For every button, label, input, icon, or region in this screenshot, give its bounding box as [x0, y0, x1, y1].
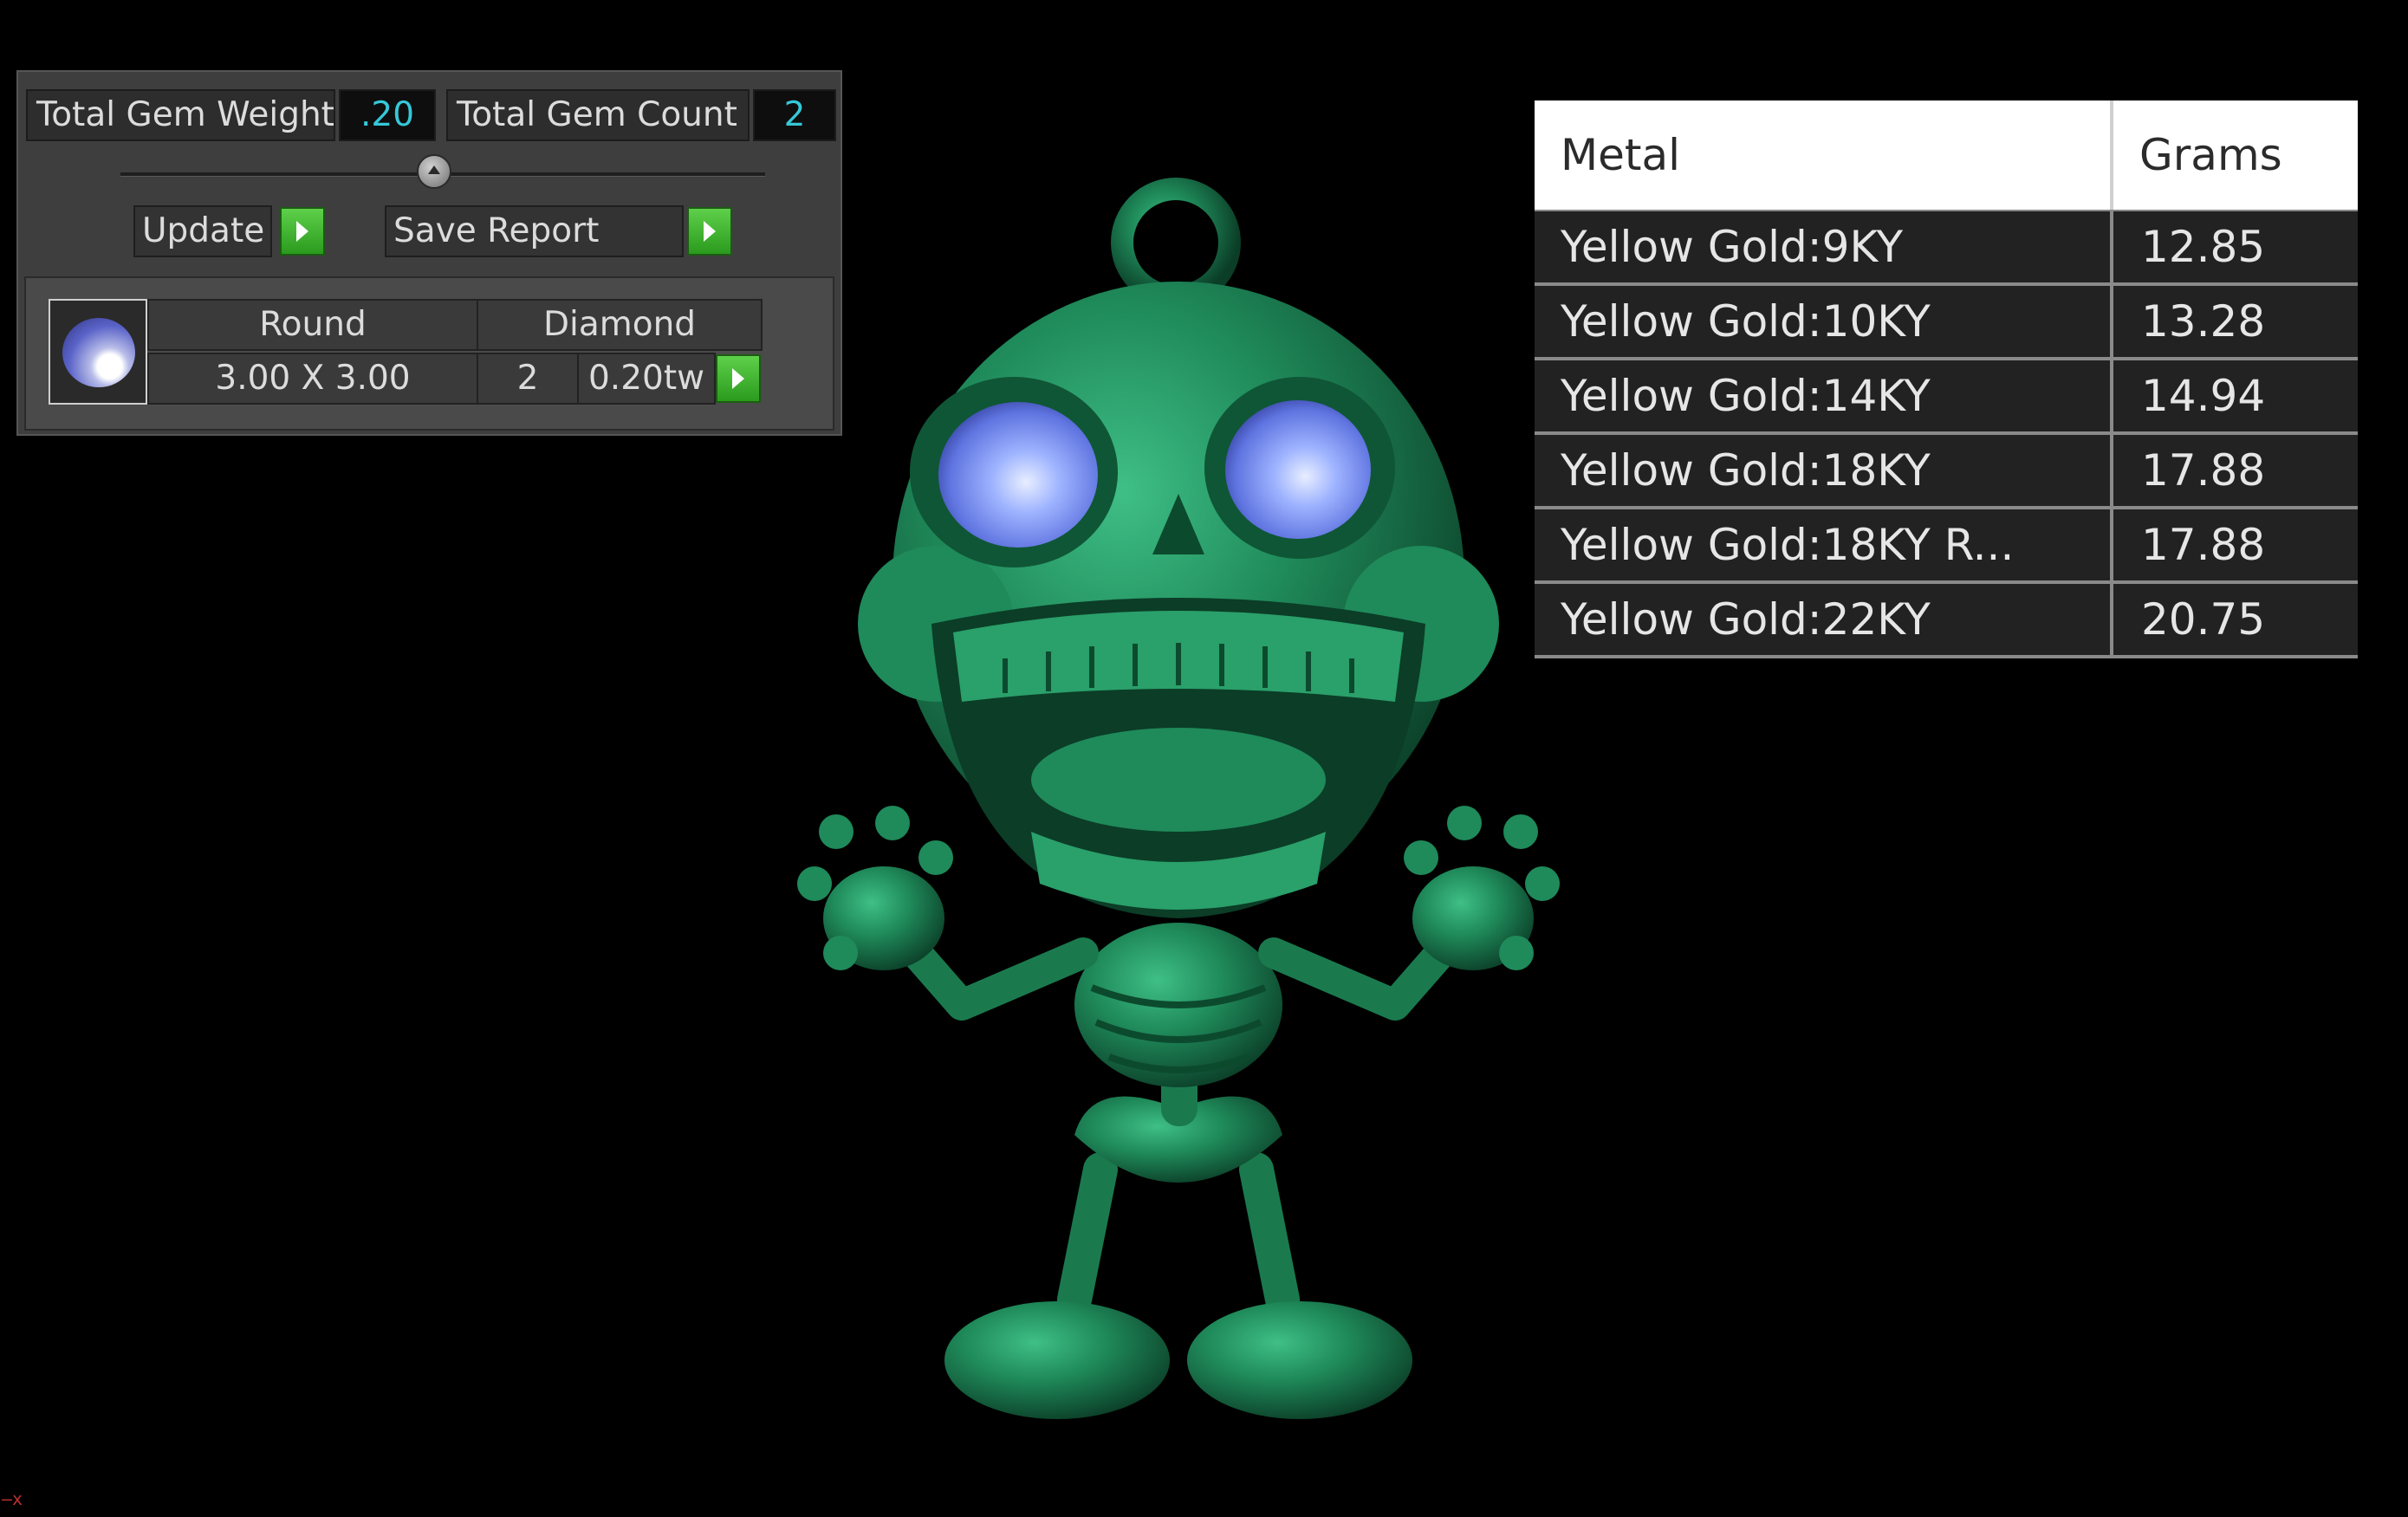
- metal-grams: 17.88: [2141, 520, 2266, 570]
- table-row[interactable]: Yellow Gold:22KY 20.75: [1535, 584, 2358, 658]
- table-row[interactable]: Yellow Gold:10KY 13.28: [1535, 286, 2358, 360]
- gem-size: 3.00 X 3.00: [147, 353, 478, 405]
- metal-table-header: Metal Grams: [1535, 100, 2358, 211]
- metal-grams: 17.88: [2141, 445, 2266, 496]
- total-gem-weight-value: .20: [339, 89, 436, 141]
- gem-count: 2: [477, 353, 579, 405]
- save-report-button-label: Save Report: [393, 211, 600, 250]
- skeleton-pendant-model[interactable]: [745, 173, 1612, 1438]
- metal-name: Yellow Gold:14KY: [1561, 371, 1931, 421]
- total-gem-weight-label: Total Gem Weight: [26, 89, 335, 141]
- axis-marker: —x: [2, 1488, 23, 1509]
- round-gem-icon: [49, 299, 147, 405]
- gem-slider-thumb[interactable]: [417, 154, 451, 189]
- metal-grams: 14.94: [2141, 371, 2266, 421]
- table-row[interactable]: Yellow Gold:9KY 12.85: [1535, 211, 2358, 286]
- table-row[interactable]: Yellow Gold:14KY 14.94: [1535, 360, 2358, 435]
- right-eye-gem: [1225, 400, 1371, 539]
- metal-name: Yellow Gold:22KY: [1561, 594, 1931, 645]
- save-report-button[interactable]: Save Report: [385, 205, 684, 257]
- left-eye-gem: [938, 402, 1098, 548]
- header-grams: Grams: [2139, 130, 2282, 180]
- save-report-play-icon[interactable]: [687, 207, 732, 256]
- metal-name: Yellow Gold:18KY: [1561, 445, 1931, 496]
- table-row[interactable]: Yellow Gold:18KY 17.88: [1535, 435, 2358, 509]
- gem-panel: Total Gem Weight .20 Total Gem Count 2 U…: [16, 70, 842, 436]
- metal-grams: 12.85: [2141, 222, 2266, 272]
- metal-weight-table: Metal Grams Yellow Gold:9KY 12.85 Yellow…: [1535, 100, 2358, 658]
- metal-name: Yellow Gold:18KY R...: [1561, 520, 2015, 570]
- update-button[interactable]: Update: [133, 205, 272, 257]
- total-gem-count-label: Total Gem Count: [446, 89, 750, 141]
- metal-grams: 20.75: [2141, 594, 2266, 645]
- gem-weight: 0.20tw: [577, 353, 716, 405]
- update-button-label: Update: [142, 211, 265, 250]
- gem-type: Diamond: [477, 299, 763, 351]
- gem-shape: Round: [147, 299, 478, 351]
- update-play-icon[interactable]: [280, 207, 325, 256]
- gem-list-row[interactable]: Round Diamond 3.00 X 3.00 2 0.20tw: [24, 276, 834, 431]
- table-row[interactable]: Yellow Gold:18KY R... 17.88: [1535, 509, 2358, 584]
- metal-name: Yellow Gold:9KY: [1561, 222, 1903, 272]
- total-gem-count-value: 2: [753, 89, 836, 141]
- metal-grams: 13.28: [2141, 296, 2266, 347]
- metal-name: Yellow Gold:10KY: [1561, 296, 1931, 347]
